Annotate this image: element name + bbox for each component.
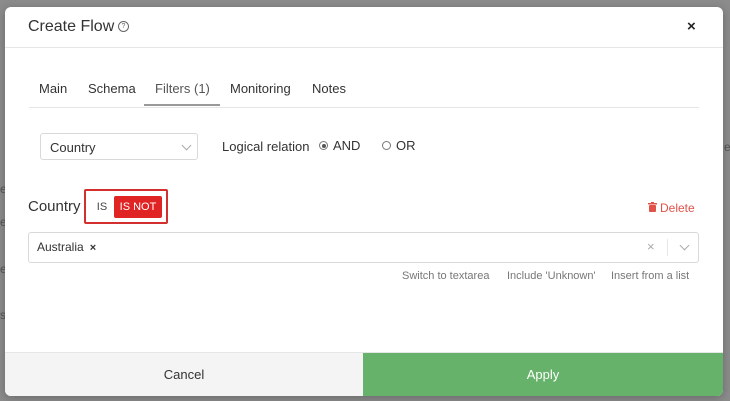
active-tab-indicator — [144, 104, 220, 106]
filter-field-select[interactable]: Country — [40, 133, 198, 160]
tab-schema[interactable]: Schema — [88, 81, 136, 96]
dialog-header: Create Flow ? × — [5, 7, 723, 48]
tab-notes[interactable]: Notes — [312, 81, 346, 96]
radio-and[interactable] — [319, 141, 328, 150]
apply-button[interactable]: Apply — [363, 353, 723, 396]
condition-values-input[interactable]: Australia × × — [28, 232, 699, 263]
radio-or-label[interactable]: OR — [396, 138, 416, 153]
toggle-is-button[interactable]: IS — [91, 196, 113, 218]
delete-label: Delete — [660, 201, 695, 215]
switch-to-textarea-link[interactable]: Switch to textarea — [402, 270, 489, 282]
create-flow-dialog: Create Flow ? × Main Schema Filters (1) … — [5, 7, 723, 396]
logical-relation-label: Logical relation — [222, 139, 310, 154]
tab-main[interactable]: Main — [39, 81, 67, 96]
cancel-button[interactable]: Cancel — [5, 353, 363, 396]
help-icon[interactable]: ? — [118, 21, 129, 32]
radio-or[interactable] — [382, 141, 391, 150]
filter-field-value: Country — [50, 140, 96, 155]
clear-icon[interactable]: × — [647, 239, 655, 254]
value-chip-label: Australia — [37, 240, 84, 254]
background-text-fragment: e — [724, 140, 730, 154]
close-icon[interactable]: × — [687, 18, 696, 35]
include-unknown-link[interactable]: Include 'Unknown' — [507, 270, 596, 282]
radio-and-label[interactable]: AND — [333, 138, 360, 153]
tab-bar: Main Schema Filters (1) Monitoring Notes — [29, 70, 699, 108]
dialog-footer: Cancel Apply — [5, 352, 723, 396]
remove-chip-icon[interactable]: × — [90, 239, 96, 257]
toggle-is-not-button[interactable]: IS NOT — [114, 196, 162, 218]
value-chip: Australia × — [37, 238, 96, 256]
condition-field-label: Country — [28, 198, 81, 215]
divider — [667, 239, 668, 256]
tab-monitoring[interactable]: Monitoring — [230, 81, 291, 96]
delete-condition-button[interactable]: Delete — [648, 201, 695, 215]
tab-filters[interactable]: Filters (1) — [155, 81, 210, 96]
chevron-down-icon[interactable] — [679, 240, 690, 251]
insert-from-list-link[interactable]: Insert from a list — [611, 270, 689, 282]
trash-icon — [648, 201, 657, 215]
chevron-down-icon — [181, 140, 192, 151]
dialog-title: Create Flow — [28, 18, 115, 35]
